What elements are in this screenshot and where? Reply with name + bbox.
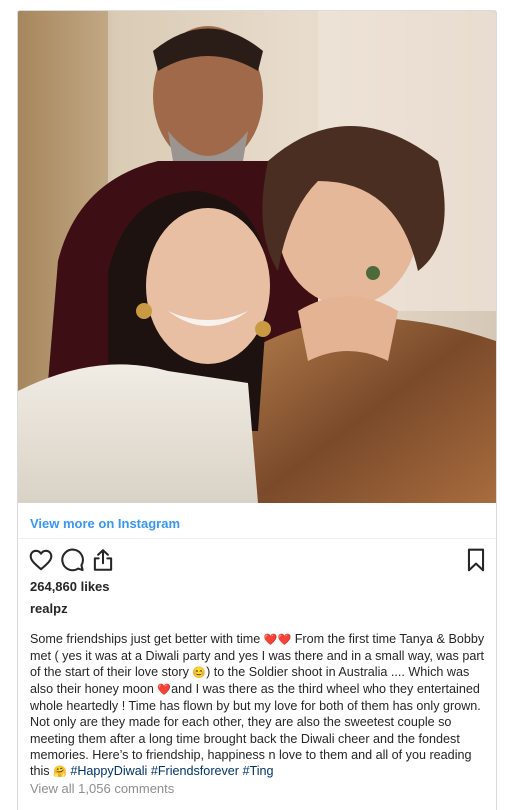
- hashtag-link[interactable]: #HappyDiwali: [70, 764, 147, 778]
- smile-emoji: 😊: [192, 667, 207, 680]
- heart-emoji: ❤️: [157, 684, 172, 697]
- username[interactable]: realpz: [30, 601, 68, 616]
- post-photo[interactable]: [18, 11, 496, 503]
- likes-count[interactable]: 264,860 likes: [30, 579, 110, 594]
- hearts-emoji: ❤️❤️: [263, 634, 292, 646]
- post-caption: Some friendships just get better with ti…: [30, 631, 490, 780]
- divider: [18, 538, 496, 539]
- share-upload-icon[interactable]: [90, 547, 116, 573]
- hashtag-link[interactable]: #Ting: [243, 764, 274, 778]
- caption-text-1: Some friendships just get better with ti…: [30, 632, 264, 646]
- hug-emoji: 🤗: [53, 765, 67, 778]
- view-more-on-instagram-link[interactable]: View more on Instagram: [30, 516, 180, 531]
- hashtag-link[interactable]: #Friendsforever: [151, 764, 239, 778]
- bookmark-icon[interactable]: [463, 547, 489, 573]
- action-bar: [18, 547, 496, 577]
- instagram-embed-card: View more on Instagram 264,860 likes rea…: [17, 10, 497, 810]
- comment-bubble-icon[interactable]: [59, 547, 85, 573]
- view-all-comments-link[interactable]: View all 1,056 comments: [30, 781, 174, 796]
- heart-outline-icon[interactable]: [28, 547, 54, 573]
